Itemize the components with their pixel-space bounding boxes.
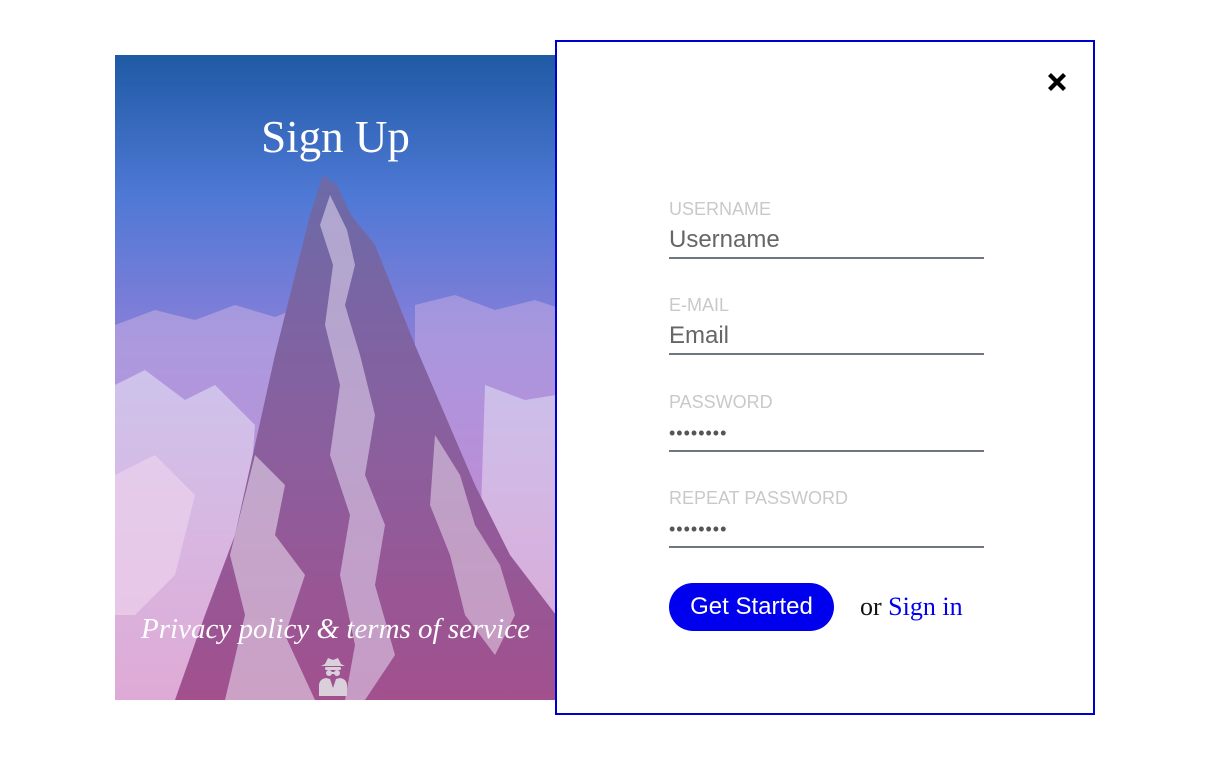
close-icon[interactable] xyxy=(1044,69,1070,95)
username-field-group: USERNAME xyxy=(669,199,984,259)
repeat-password-label: REPEAT PASSWORD xyxy=(669,488,849,508)
user-secret-icon xyxy=(319,658,347,696)
privacy-policy-link[interactable]: Privacy policy & terms of service xyxy=(115,611,556,647)
username-input[interactable] xyxy=(669,223,984,259)
page-title: Sign Up xyxy=(261,112,410,162)
password-input[interactable] xyxy=(669,416,984,452)
signin-link[interactable]: Sign in xyxy=(888,592,962,621)
email-input[interactable] xyxy=(669,319,984,355)
signin-prefix: or xyxy=(860,592,882,621)
hero-panel: Sign Up Privacy policy & terms of servic… xyxy=(115,55,556,700)
get-started-button[interactable]: Get Started xyxy=(669,583,834,631)
email-field-group: E-MAIL xyxy=(669,295,984,355)
signin-prompt: or Sign in xyxy=(860,590,963,624)
repeat-password-field-group: REPEAT PASSWORD xyxy=(669,488,984,548)
password-field-group: PASSWORD xyxy=(669,392,984,452)
password-label: PASSWORD xyxy=(669,392,773,412)
email-label: E-MAIL xyxy=(669,295,730,315)
repeat-password-input[interactable] xyxy=(669,512,984,548)
username-label: USERNAME xyxy=(669,199,772,219)
signup-form-card: USERNAME E-MAIL PASSWORD REPEAT PASSWORD… xyxy=(555,40,1095,715)
